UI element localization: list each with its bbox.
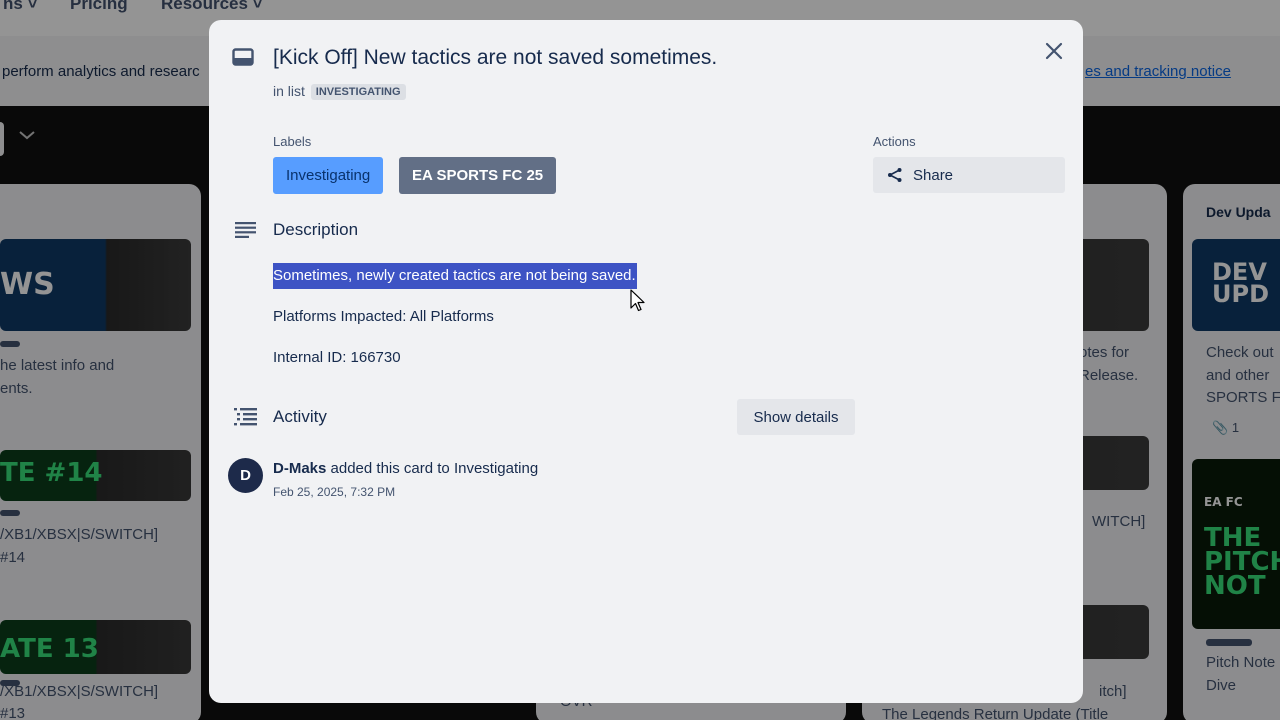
share-icon	[888, 168, 902, 182]
in-list-text: in list	[273, 83, 305, 99]
description-line[interactable]: Sometimes, newly created tactics are not…	[273, 263, 637, 289]
label-investigating[interactable]: Investigating	[273, 157, 384, 194]
label-ea-sports-fc-25[interactable]: EA SPORTS FC 25	[399, 157, 557, 194]
show-details-button[interactable]: Show details	[737, 399, 855, 435]
actions-heading: Actions	[873, 134, 916, 149]
share-label: Share	[913, 166, 954, 184]
labels-heading: Labels	[273, 134, 312, 149]
activity-entry: D-Maks added this card to Investigating	[273, 460, 538, 477]
description-line[interactable]: Internal ID: 166730	[273, 349, 401, 366]
card-title[interactable]: [Kick Off] New tactics are not saved som…	[273, 46, 717, 70]
close-icon	[1045, 42, 1063, 60]
close-button[interactable]	[1039, 36, 1069, 66]
description-icon	[235, 222, 256, 238]
activity-timestamp[interactable]: Feb 25, 2025, 7:32 PM	[273, 485, 395, 499]
description-heading: Description	[273, 220, 359, 239]
share-button[interactable]: Share	[873, 157, 1065, 193]
card-detail-dialog: [Kick Off] New tactics are not saved som…	[209, 20, 1083, 703]
activity-action: added this card to Investigating	[326, 460, 539, 477]
activity-heading: Activity	[273, 407, 327, 426]
avatar[interactable]: D	[228, 458, 263, 493]
card-list-location: in list INVESTIGATING	[273, 83, 406, 100]
list-name-chip[interactable]: INVESTIGATING	[310, 84, 406, 100]
activity-user[interactable]: D-Maks	[273, 460, 326, 477]
description-line[interactable]: Platforms Impacted: All Platforms	[273, 308, 494, 325]
cursor-icon	[630, 289, 645, 312]
activity-icon	[234, 408, 257, 426]
card-icon	[232, 48, 254, 66]
